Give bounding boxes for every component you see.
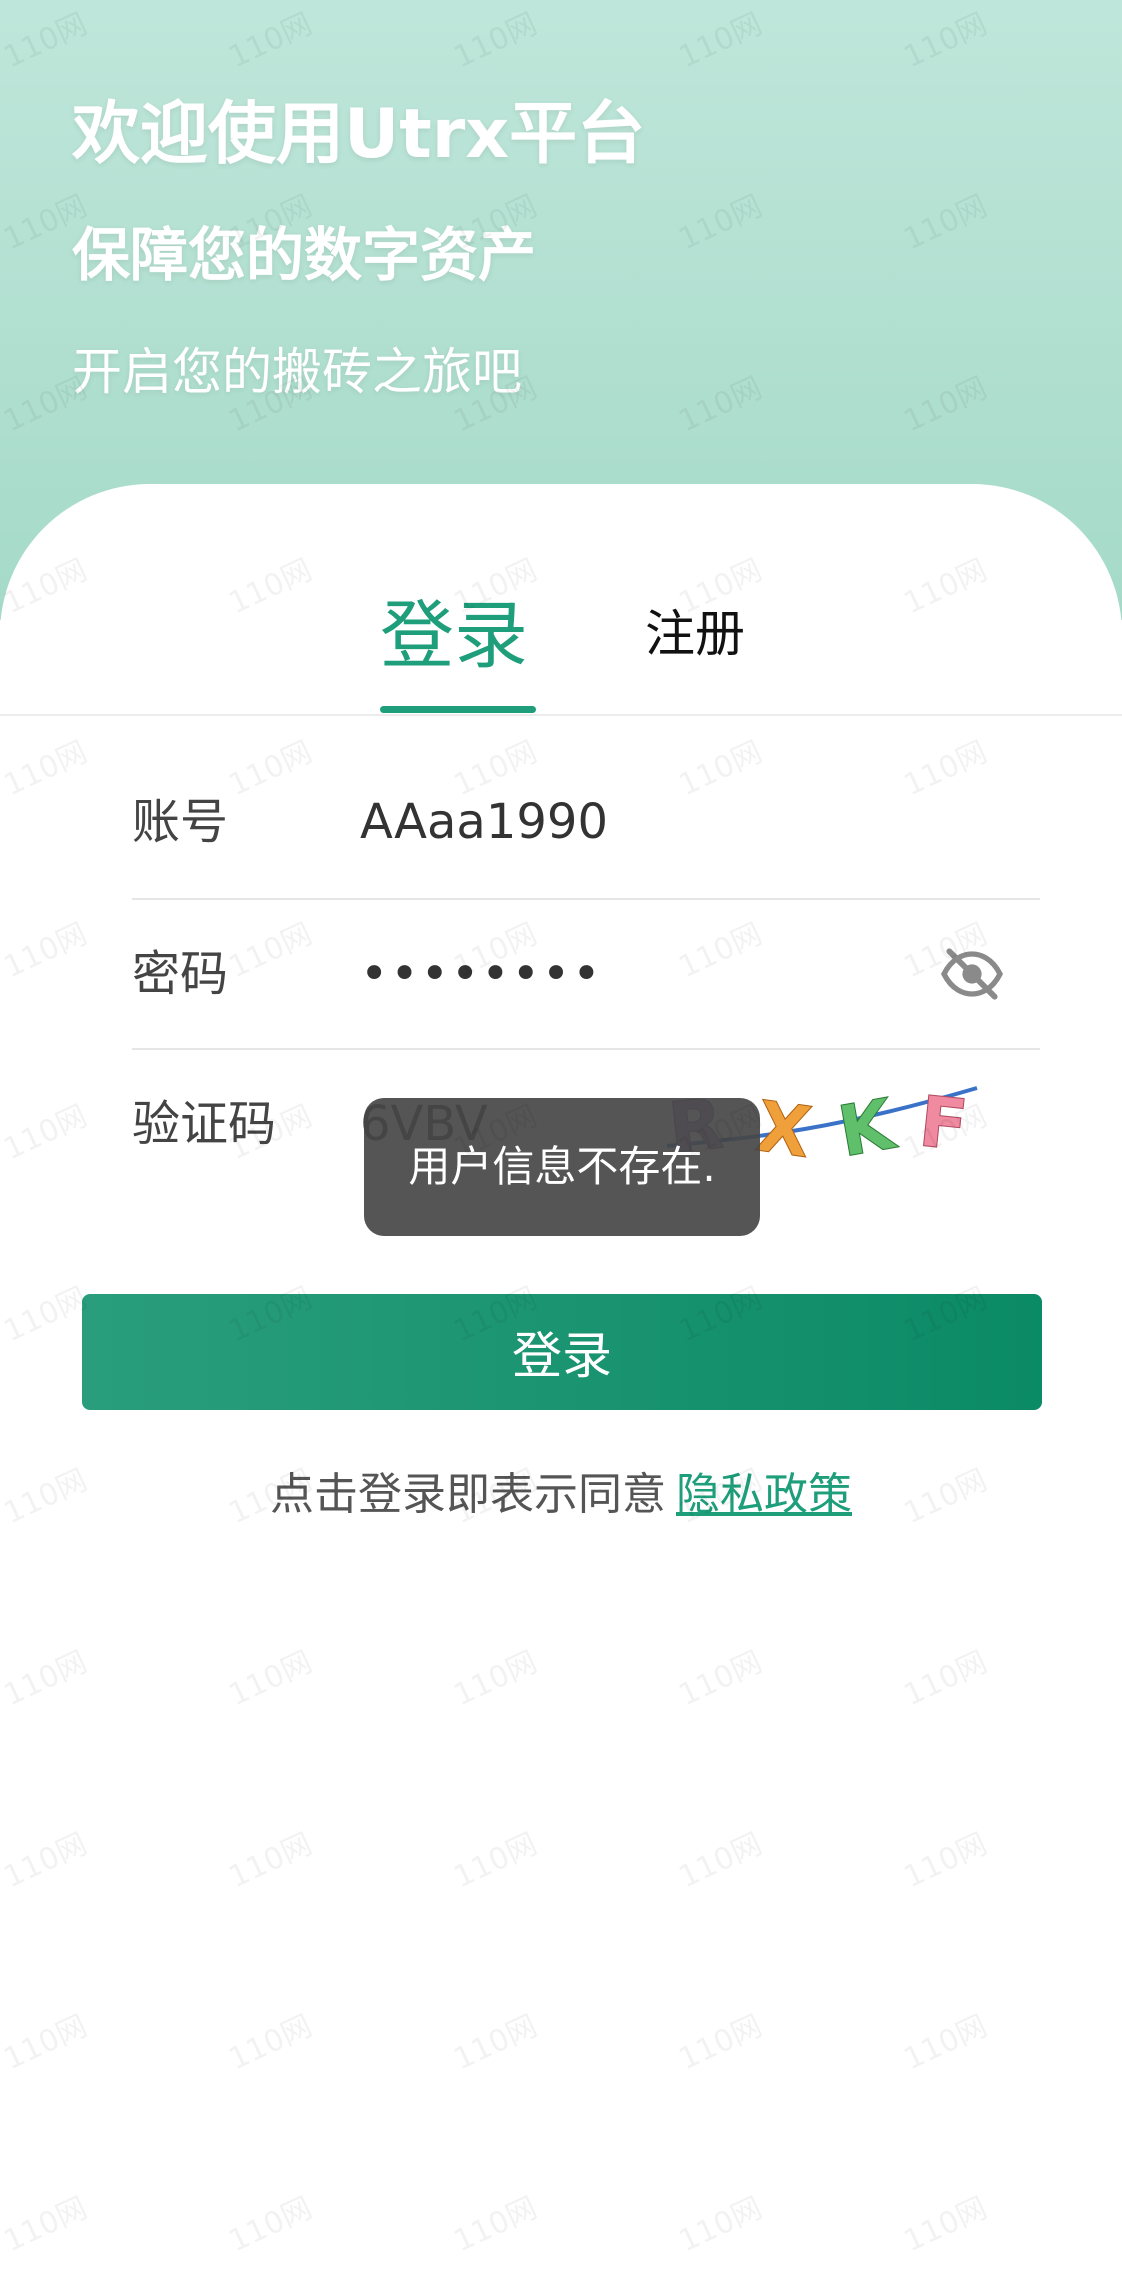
error-toast: 用户信息不存在. <box>364 1098 760 1236</box>
password-row: 密码 <box>132 900 1040 1048</box>
hero-subtitle: 保障您的数字资产 <box>72 221 537 289</box>
tab-login[interactable]: 登录 <box>380 576 528 683</box>
eye-off-icon[interactable] <box>940 942 1004 1006</box>
tabs-divider <box>0 714 1122 716</box>
hero-tagline: 开启您的搬砖之旅吧 <box>72 343 522 401</box>
toast-message: 用户信息不存在. <box>408 1142 716 1191</box>
login-button[interactable]: 登录 <box>82 1294 1042 1410</box>
svg-text:F: F <box>915 1080 971 1167</box>
hero-title: 欢迎使用Utrx平台 <box>72 95 646 174</box>
account-input[interactable] <box>360 782 960 862</box>
privacy-policy-link[interactable]: 隐私政策 <box>676 1469 852 1520</box>
auth-tabs: 登录 注册 <box>0 484 1122 716</box>
tab-register[interactable]: 注册 <box>645 594 745 666</box>
account-label: 账号 <box>132 794 229 850</box>
password-label: 密码 <box>132 946 229 1002</box>
account-row: 账号 <box>132 748 1040 896</box>
active-tab-indicator <box>380 706 536 713</box>
password-input[interactable] <box>360 934 960 1014</box>
svg-text:X: X <box>751 1085 816 1174</box>
captcha-label: 验证码 <box>132 1096 277 1152</box>
agreement-text: 点击登录即表示同意 <box>270 1469 666 1520</box>
agreement-row: 点击登录即表示同意 隐私政策 <box>0 1458 1122 1522</box>
svg-text:K: K <box>832 1083 902 1174</box>
